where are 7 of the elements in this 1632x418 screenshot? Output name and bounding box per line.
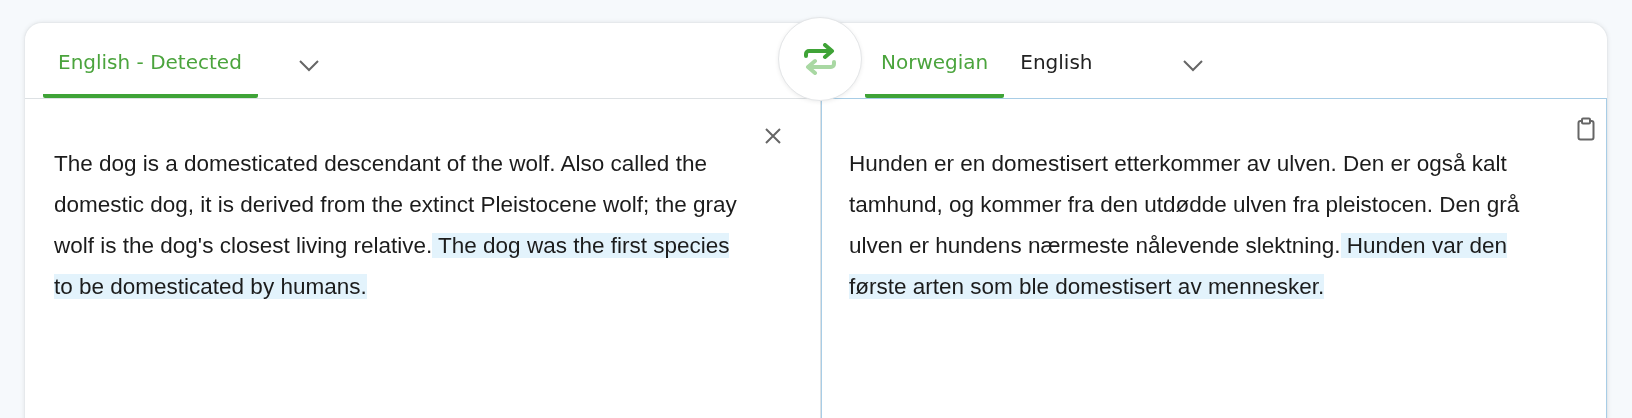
translated-text: Hunden er en domestisert etterkommer av ulven. Den er også kalt tamhund, og kommer fra den utdødde ulven fra pleistocen. Den grå ulven er hundens nærmeste nålevende slektning. Hunden var den første arten som ble domestisert av mennesker.	[849, 150, 1521, 301]
clipboard-icon[interactable]	[1577, 117, 1595, 141]
source-text[interactable]: The dog is a domesticated descendant of the wolf. Also called the domestic dog, it is derived from the extinct Pleistocene wolf; the gray wolf is the dog's closest living relative. The dog was the first species to be domesticated by humans.	[54, 143, 754, 307]
close-icon[interactable]	[764, 127, 782, 145]
swap-languages-button[interactable]	[778, 17, 862, 101]
language-tab[interactable]: English	[1004, 50, 1109, 98]
swap-arrows-icon	[802, 43, 838, 75]
